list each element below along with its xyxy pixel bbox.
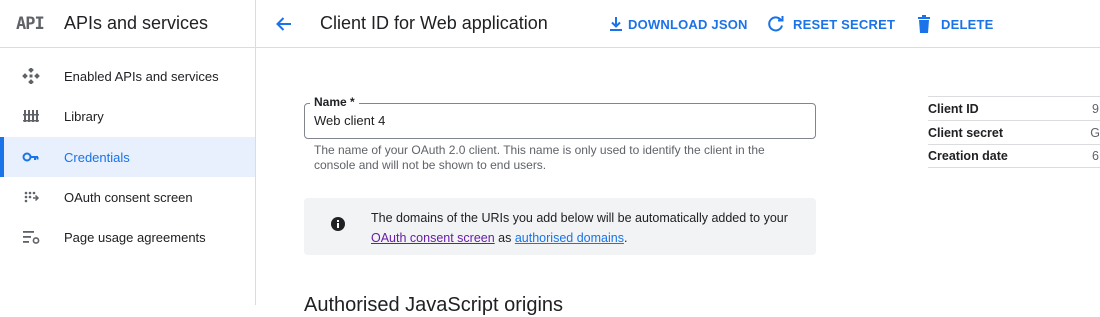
- meta-value: 6: [1092, 149, 1099, 163]
- meta-row-client-secret: Client secret G: [928, 120, 1100, 144]
- reset-secret-button[interactable]: RESET SECRET: [767, 14, 895, 34]
- trash-icon: [918, 15, 930, 33]
- client-meta-table: Client ID 9 Client secret G Creation dat…: [928, 96, 1100, 168]
- library-icon: [23, 110, 39, 122]
- sidebar-item-label: Enabled APIs and services: [64, 68, 219, 84]
- sidebar-header: API APIs and services: [0, 0, 255, 48]
- js-origins-heading: Authorised JavaScript origins: [304, 294, 564, 316]
- sidebar-item-oauth-consent[interactable]: OAuth consent screen: [0, 177, 255, 217]
- sidebar-item-library[interactable]: Library: [0, 96, 255, 136]
- top-bar: Client ID for Web application DOWNLOAD J…: [256, 0, 1100, 48]
- reset-secret-label: RESET SECRET: [793, 16, 896, 32]
- oauth-consent-screen-link[interactable]: OAuth consent screen: [371, 231, 495, 245]
- sidebar-item-credentials[interactable]: Credentials: [0, 137, 255, 177]
- meta-key: Client ID: [928, 101, 979, 116]
- meta-key: Client secret: [928, 125, 1004, 140]
- sidebar-item-label: Credentials: [64, 149, 130, 165]
- info-text-part: as: [494, 231, 515, 245]
- meta-key: Creation date: [928, 149, 1008, 163]
- download-json-button[interactable]: DOWNLOAD JSON: [609, 14, 748, 34]
- name-field-label: Name *: [310, 95, 359, 109]
- download-json-label: DOWNLOAD JSON: [628, 16, 748, 32]
- back-arrow-icon[interactable]: [274, 14, 294, 34]
- delete-label: DELETE: [941, 16, 994, 32]
- authorised-domains-link[interactable]: authorised domains: [515, 231, 624, 245]
- download-icon: [610, 17, 622, 31]
- name-field-hint: The name of your OAuth 2.0 client. This …: [314, 143, 765, 172]
- meta-row-client-id: Client ID 9: [928, 96, 1100, 120]
- meta-value[interactable]: 9: [1092, 102, 1099, 116]
- consent-icon: [24, 191, 40, 203]
- settings-list-icon: [23, 231, 40, 244]
- key-icon: [22, 152, 39, 162]
- enabled-apis-icon: [22, 68, 40, 84]
- meta-value[interactable]: G: [1090, 126, 1100, 140]
- info-icon: [331, 217, 345, 231]
- delete-button[interactable]: DELETE: [916, 14, 993, 34]
- sidebar-item-label: Library: [64, 108, 104, 124]
- sidebar-title[interactable]: APIs and services: [64, 13, 208, 34]
- api-logo[interactable]: API: [16, 14, 48, 34]
- sidebar-item-page-usage[interactable]: Page usage agreements: [0, 217, 255, 257]
- sidebar-item-label: OAuth consent screen: [64, 189, 193, 205]
- info-text-part: .: [623, 231, 628, 245]
- sidebar-item-label: Page usage agreements: [64, 229, 206, 245]
- info-banner: The domains of the URIs you add below wi…: [304, 198, 816, 255]
- name-field[interactable]: [304, 103, 816, 139]
- sidebar: API APIs and services Enabled APIs and s…: [0, 0, 256, 305]
- meta-row-creation-date: Creation date 6: [928, 144, 1100, 168]
- info-text: The domains of the URIs you add below wi…: [371, 208, 791, 248]
- refresh-icon: [768, 16, 784, 32]
- info-text-part: The domains of the URIs you add below wi…: [371, 211, 788, 225]
- page-title: Client ID for Web application: [320, 13, 548, 33]
- sidebar-item-enabled-apis[interactable]: Enabled APIs and services: [0, 56, 255, 96]
- name-input[interactable]: [314, 113, 794, 128]
